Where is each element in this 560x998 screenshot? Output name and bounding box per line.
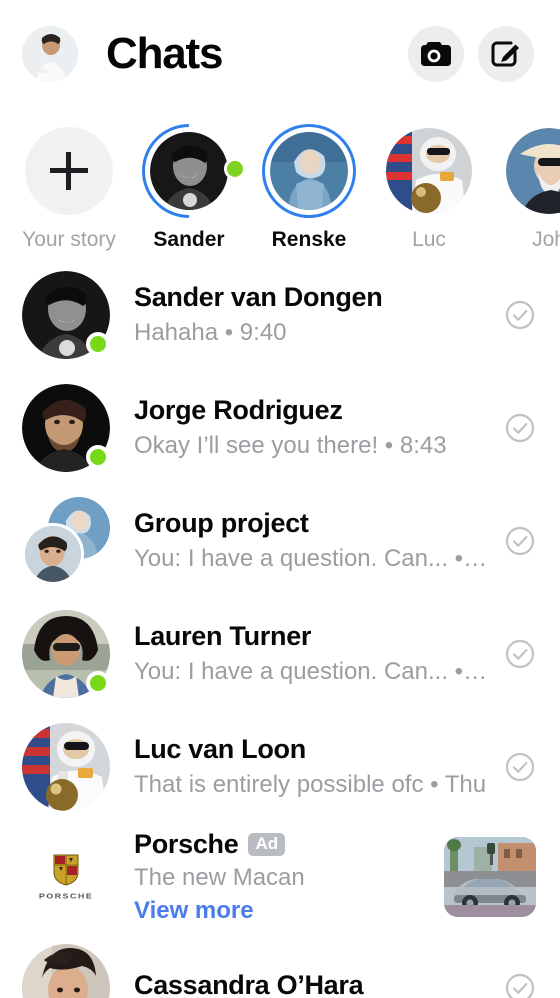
ad-thumbnail[interactable]: [444, 837, 536, 917]
chat-text: Cassandra O’Hara: [134, 969, 490, 998]
story-renske[interactable]: Renske: [260, 124, 358, 251]
avatar: [22, 383, 110, 472]
table-row[interactable]: Group project You: I have a question. Ca…: [0, 484, 560, 597]
story-label: Luc: [412, 228, 446, 251]
porsche-logo: PORSCHE: [22, 833, 110, 921]
chat-name: Luc van Loon: [134, 733, 306, 764]
chat-snippet: Okay I’ll see you there! • 8:43: [134, 432, 447, 460]
story-ring-john: [502, 124, 560, 218]
story-luc[interactable]: Luc: [380, 124, 478, 251]
ad-subtitle: The new Macan: [134, 863, 305, 891]
chat-snippet: Hahaha • 9:40: [134, 319, 287, 347]
chat-avatar-image: [22, 722, 110, 811]
app-header: Chats: [0, 0, 560, 108]
story-avatar-image: [386, 128, 472, 214]
chat-text: Luc van Loon That is entirely possible o…: [134, 733, 490, 801]
group-avatar-front: [22, 522, 84, 585]
chat-text: Jorge Rodriguez Okay I’ll see you there!…: [134, 394, 490, 462]
chat-name: Lauren Turner: [134, 620, 312, 651]
chat-name: Sander van Dongen: [134, 281, 383, 312]
seen-check-icon: [505, 639, 535, 668]
compose-icon: [491, 41, 519, 67]
story-label: Sander: [153, 228, 225, 251]
table-row[interactable]: Cassandra O’Hara: [0, 931, 560, 998]
story-avatar-image: [270, 132, 348, 210]
stories-row[interactable]: Your story Sander Renske Luc Jo: [0, 108, 560, 256]
avatar-image: [22, 722, 110, 811]
chat-snippet: You: I have a question. Can... • Thu: [134, 658, 490, 686]
chat-name: Cassandra O’Hara: [134, 969, 364, 998]
plus-icon: [50, 152, 88, 190]
add-story-button[interactable]: [25, 127, 113, 215]
story-your-story[interactable]: Your story: [20, 124, 118, 251]
chat-avatar-image: [22, 943, 110, 998]
seen-check-icon: [505, 526, 535, 555]
story-john[interactable]: Joh: [500, 124, 560, 251]
seen-check-icon: [505, 752, 535, 781]
chat-snippet: That is entirely possible ofc • Thu: [134, 771, 487, 799]
avatar: [22, 609, 110, 698]
online-status-dot: [86, 670, 110, 695]
story-avatar-john: [506, 128, 560, 214]
chat-list: Sander van Dongen Hahaha • 9:40 Jorge Ro…: [0, 256, 560, 998]
story-avatar-renske: [270, 132, 348, 210]
ad-view-more-link[interactable]: View more: [134, 896, 444, 926]
story-avatar-image: [150, 132, 228, 210]
avatar-group: [22, 496, 110, 585]
table-row[interactable]: Sander van Dongen Hahaha • 9:40: [0, 258, 560, 371]
story-avatar-image: [506, 128, 560, 214]
seen-check-icon: [505, 300, 535, 329]
avatar-image: [25, 525, 81, 582]
story-label: Joh: [532, 228, 560, 251]
sponsored-ad-row[interactable]: PORSCHE Porsche Ad The new Macan View mo…: [0, 823, 560, 931]
story-avatar-luc: [386, 128, 472, 214]
table-row[interactable]: Luc van Loon That is entirely possible o…: [0, 710, 560, 823]
seen-check-icon: [505, 413, 535, 442]
your-profile-avatar[interactable]: [22, 26, 78, 82]
ad-text: Porsche Ad The new Macan View more: [134, 828, 444, 925]
chat-name: Group project: [134, 507, 309, 538]
ad-title-line: Porsche Ad: [134, 828, 444, 860]
story-sander[interactable]: Sander: [122, 108, 256, 251]
table-row[interactable]: Lauren Turner You: I have a question. Ca…: [0, 597, 560, 710]
online-status-dot: [86, 444, 110, 469]
ad-brand-name: Porsche: [134, 829, 239, 860]
story-ring-sander: [122, 108, 256, 238]
chat-text: Lauren Turner You: I have a question. Ca…: [134, 620, 490, 688]
story-label: Renske: [271, 228, 347, 251]
porsche-wordmark: PORSCHE: [38, 891, 94, 900]
ad-badge: Ad: [248, 832, 286, 857]
story-ring-luc: [382, 124, 476, 218]
chat-text: Group project You: I have a question. Ca…: [134, 507, 490, 575]
avatar: [22, 722, 110, 811]
online-status-dot: [86, 331, 110, 356]
camera-icon: [421, 42, 451, 66]
story-ring-add: [22, 124, 116, 218]
chat-snippet: You: I have a question. Can... • Fri: [134, 545, 490, 573]
avatar-image: [22, 943, 110, 998]
ad-thumbnail-image: [444, 837, 536, 917]
compose-button[interactable]: [478, 26, 534, 82]
table-row[interactable]: Jorge Rodriguez Okay I’ll see you there!…: [0, 371, 560, 484]
avatar: [22, 270, 110, 359]
chat-text: Sander van Dongen Hahaha • 9:40: [134, 281, 490, 349]
avatar-image-me: [22, 26, 78, 82]
header-actions: [408, 26, 534, 82]
story-label: Your story: [22, 228, 116, 251]
seen-check-icon: [505, 973, 535, 998]
porsche-crest-icon: [53, 854, 79, 886]
chat-name: Jorge Rodriguez: [134, 394, 343, 425]
story-avatar-sander: [150, 132, 228, 210]
story-ring-renske: [262, 124, 356, 218]
avatar: [22, 943, 110, 998]
page-title: Chats: [106, 29, 223, 78]
camera-button[interactable]: [408, 26, 464, 82]
